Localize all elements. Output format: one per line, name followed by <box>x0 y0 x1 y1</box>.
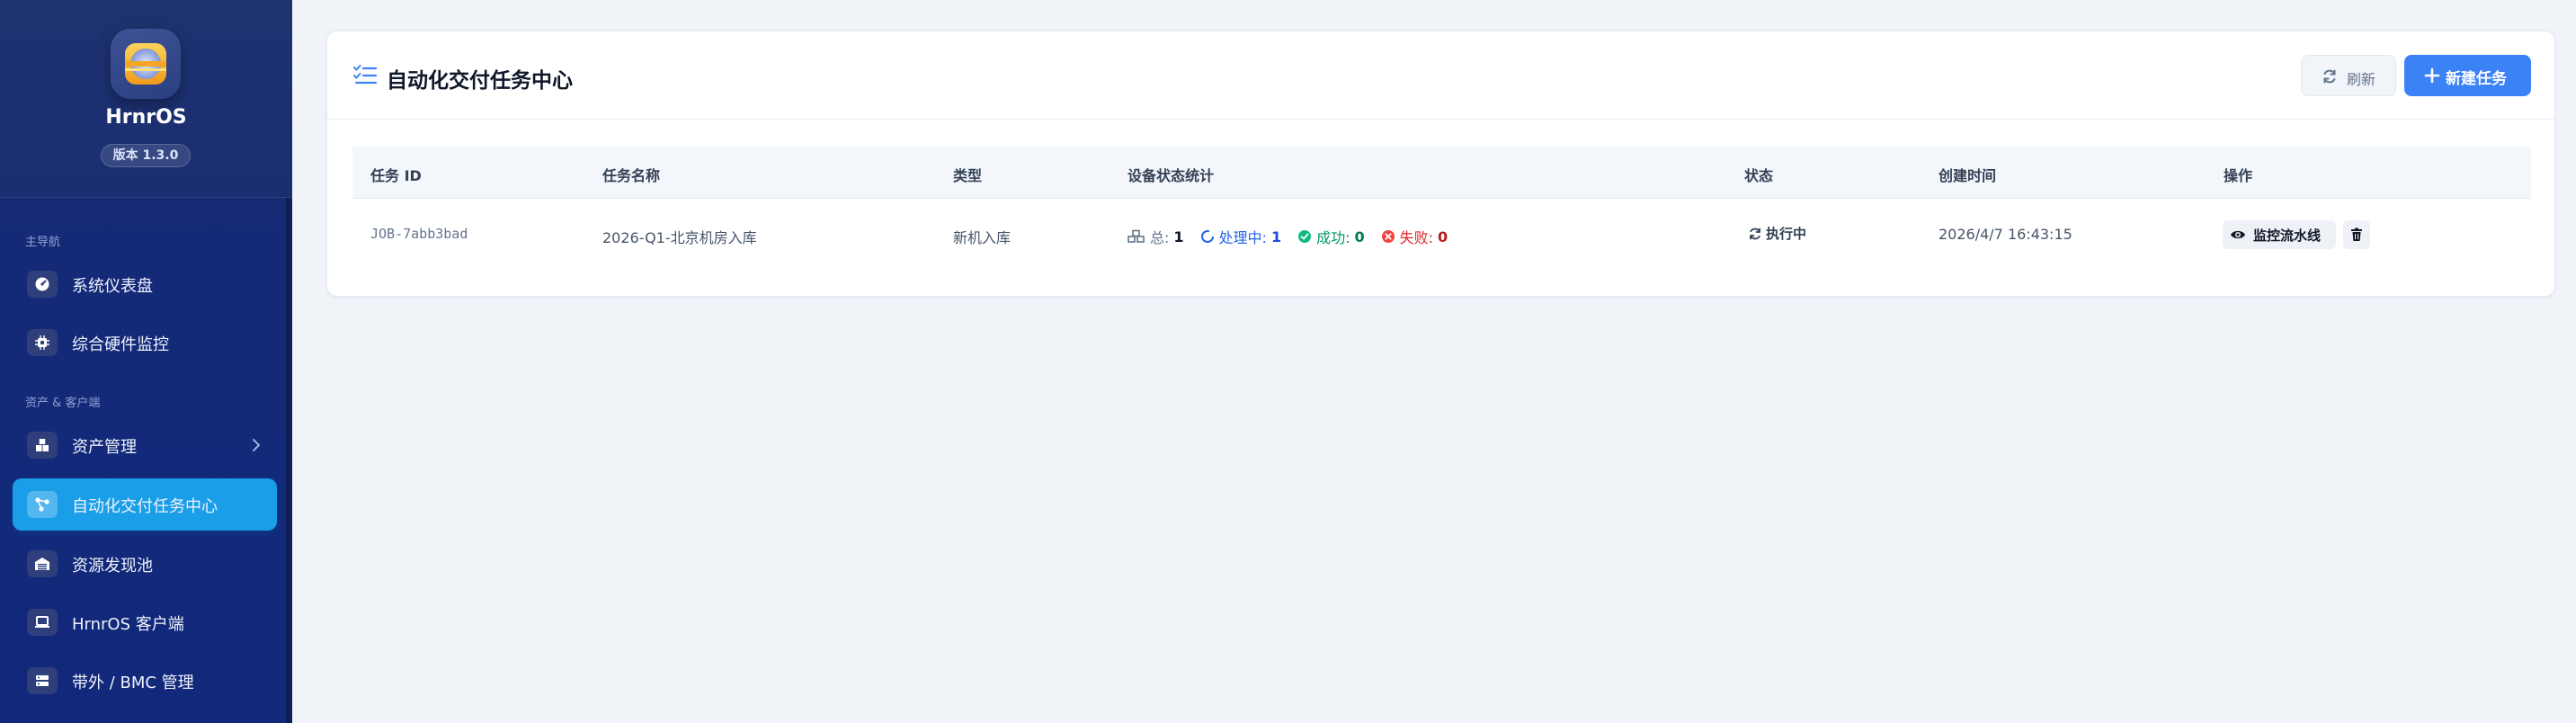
table-row[interactable]: JOB-7abb3bad 2026-Q1-北京机房入库 新机入库 总: 1 处理… <box>352 199 2531 271</box>
stat-total-label: 总: <box>1150 229 1170 246</box>
sidebar: HrnrOS 版本 1.3.0 主导航 系统仪表盘 综合硬件监控 资产 & 客户… <box>0 0 292 723</box>
chip-icon <box>27 329 58 356</box>
task-type: 新机入库 <box>953 229 1012 246</box>
sync-icon <box>1750 228 1760 239</box>
new-task-label: 新建任务 <box>2446 70 2507 88</box>
column-header-task-id: 任务 ID <box>370 167 422 184</box>
section-label-main-nav: 主导航 <box>25 236 61 249</box>
stat-failed-value: 0 <box>1438 228 1448 245</box>
card-header: 自动化交付任务中心 刷新 新建任务 <box>327 31 2556 120</box>
sidebar-scrollbar[interactable] <box>286 198 292 723</box>
app-name: HrnrOS <box>105 106 187 129</box>
column-header-created-at: 创建时间 <box>1939 167 1997 184</box>
refresh-label: 刷新 <box>2347 71 2376 88</box>
sidebar-item-asset-management[interactable]: 资产管理 <box>13 419 277 471</box>
stat-failed-label: 失败: <box>1399 229 1434 246</box>
stat-success-value: 0 <box>1354 228 1365 245</box>
refresh-button[interactable]: 刷新 <box>2301 55 2396 96</box>
new-task-button[interactable]: 新建任务 <box>2404 55 2531 96</box>
dashboard-icon <box>27 271 58 298</box>
page-title: 自动化交付任务中心 <box>387 69 573 93</box>
sidebar-item-label: 综合硬件监控 <box>72 335 169 354</box>
laptop-icon <box>27 609 58 636</box>
delete-button[interactable] <box>2343 220 2370 249</box>
sidebar-item-bmc[interactable]: 带外 / BMC 管理 <box>13 655 277 707</box>
column-header-actions: 操作 <box>2224 167 2253 184</box>
table-header: 任务 ID 任务名称 类型 设备状态统计 状态 创建时间 操作 <box>352 147 2531 199</box>
stat-total-value: 1 <box>1173 228 1184 245</box>
column-header-type: 类型 <box>953 167 983 184</box>
section-label-assets: 资产 & 客户端 <box>25 397 101 410</box>
eye-icon <box>2231 230 2245 239</box>
brand-header: HrnrOS 版本 1.3.0 <box>0 0 292 198</box>
column-header-task-name: 任务名称 <box>602 167 661 184</box>
sidebar-item-delivery-task-center[interactable]: 自动化交付任务中心 <box>13 478 277 531</box>
stat-processing-label: 处理中: <box>1218 229 1267 246</box>
app-logo <box>111 29 181 99</box>
plus-icon <box>2424 67 2440 84</box>
stat-processing: 处理中: 1 <box>1200 226 1282 247</box>
stat-total: 总: 1 <box>1128 226 1184 247</box>
boxes-icon <box>27 432 58 459</box>
refresh-icon <box>2323 69 2336 84</box>
server-icon <box>27 667 58 694</box>
sidebar-item-dashboard[interactable]: 系统仪表盘 <box>13 258 277 310</box>
sidebar-item-label: HrnrOS 客户端 <box>72 615 184 634</box>
monitor-pipeline-label: 监控流水线 <box>2253 228 2322 244</box>
check-circle-icon <box>1298 230 1312 243</box>
task-name: 2026-Q1-北京机房入库 <box>602 229 757 246</box>
cubes-icon <box>1128 229 1145 243</box>
sidebar-item-hardware-monitor[interactable]: 综合硬件监控 <box>13 317 277 369</box>
version-badge: 版本 1.3.0 <box>101 144 191 167</box>
monitor-pipeline-button[interactable]: 监控流水线 <box>2223 220 2336 249</box>
sidebar-item-client[interactable]: HrnrOS 客户端 <box>13 596 277 648</box>
task-id: JOB-7abb3bad <box>370 226 468 242</box>
sidebar-item-resource-discovery[interactable]: 资源发现池 <box>13 538 277 590</box>
column-header-device-stats: 设备状态统计 <box>1128 167 1215 184</box>
device-stats: 总: 1 处理中: 1 成功: 0 失败: 0 <box>1128 226 1464 247</box>
workflow-icon <box>27 491 58 518</box>
status-badge: 执行中 <box>1748 224 1806 243</box>
created-at: 2026/4/7 16:43:15 <box>1939 226 2072 243</box>
stat-processing-value: 1 <box>1270 228 1282 245</box>
sidebar-item-label: 资产管理 <box>72 438 137 457</box>
sidebar-item-label: 资源发现池 <box>72 557 153 576</box>
spinner-icon <box>1200 230 1214 243</box>
checklist-icon <box>353 65 378 85</box>
column-header-status: 状态 <box>1744 167 1774 184</box>
trash-icon <box>2351 228 2362 241</box>
warehouse-icon <box>27 550 58 577</box>
stat-failed: 失败: 0 <box>1381 226 1448 247</box>
stat-success: 成功: 0 <box>1297 226 1365 247</box>
task-center-card: 自动化交付任务中心 刷新 新建任务 任务 ID 任务名称 类型 设备状态统计 状… <box>326 31 2556 297</box>
sidebar-item-label: 系统仪表盘 <box>72 277 153 296</box>
sidebar-item-label: 自动化交付任务中心 <box>72 497 218 516</box>
stat-success-label: 成功: <box>1316 229 1350 246</box>
x-circle-icon <box>1381 230 1395 243</box>
chevron-right-icon <box>253 439 260 451</box>
sidebar-item-label: 带外 / BMC 管理 <box>72 674 194 692</box>
status-label: 执行中 <box>1766 226 1807 242</box>
